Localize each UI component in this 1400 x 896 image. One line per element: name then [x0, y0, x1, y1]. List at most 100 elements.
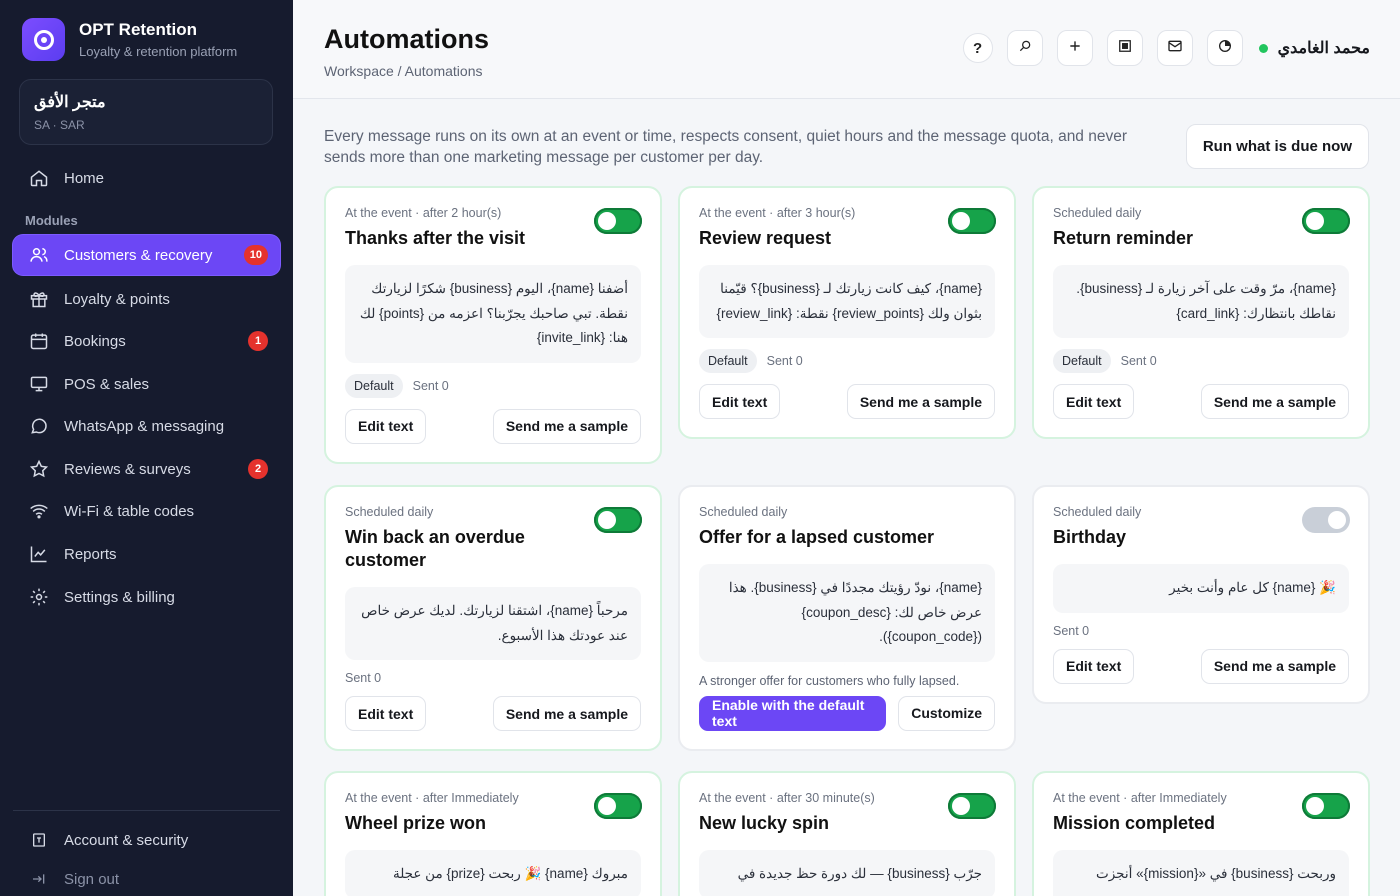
- send-sample-button[interactable]: Send me a sample: [1200, 648, 1349, 684]
- message-preview: {name}، نودّ رؤيتك مجددًا في {business}.…: [699, 564, 995, 662]
- top-actions: ? محمد الغامدي: [962, 30, 1370, 66]
- sidebar-item-settings[interactable]: Settings & billing: [13, 577, 280, 617]
- default-badge: Default: [1053, 349, 1111, 373]
- edit-text-button[interactable]: Edit text: [345, 696, 427, 731]
- sidebar-item-label: Home: [64, 169, 105, 187]
- sidebar-item-label: Wi-Fi & table codes: [64, 502, 195, 520]
- store-region: SA · SAR: [34, 118, 85, 132]
- sidebar-item-pos[interactable]: POS & sales: [13, 364, 280, 404]
- user-menu[interactable]: محمد الغامدي: [1258, 38, 1370, 58]
- enable-toggle[interactable]: [948, 793, 996, 819]
- intro-text: Every message runs on its own at an even…: [324, 128, 1128, 166]
- sidebar-item-label: Sign out: [64, 870, 120, 888]
- enable-toggle[interactable]: [594, 507, 642, 533]
- automation-card: At the event · after Immediately Mission…: [1032, 771, 1370, 896]
- enable-default-button[interactable]: Enable with the default text: [699, 695, 887, 731]
- brand-logo-icon: [22, 18, 65, 61]
- sent-count: Sent 0: [345, 671, 382, 685]
- default-badge: Default: [345, 373, 403, 398]
- card-title: Return reminder: [1053, 228, 1194, 248]
- message-preview: جرّب {business} — لك دورة حظ جديدة في: [699, 850, 995, 896]
- star-icon: [29, 459, 49, 479]
- send-sample-button[interactable]: Send me a sample: [1200, 384, 1349, 419]
- wifi-icon: [29, 501, 49, 521]
- message-preview: مرحباً {name}، اشتقنا لزيارتك. لديك عرض …: [345, 587, 641, 660]
- enable-toggle[interactable]: [948, 208, 996, 234]
- automation-card: Scheduled daily Win back an overdue cust…: [324, 485, 662, 751]
- message-preview: {name}، كيف كانت زيارتك لـ {business}؟ ق…: [699, 265, 995, 338]
- sidebar-item-customers[interactable]: Customers & recovery 10: [13, 235, 280, 275]
- card-title: Thanks after the visit: [345, 228, 526, 248]
- home-icon: [29, 168, 49, 188]
- users-icon: [29, 245, 49, 265]
- sidebar-divider: [13, 810, 280, 811]
- enable-toggle[interactable]: [1302, 208, 1350, 234]
- sidebar-item-account[interactable]: Account & security: [13, 820, 280, 860]
- automation-card-disabled: Scheduled daily Birthday 🎉 {name} كل عام…: [1032, 485, 1370, 704]
- qr-icon: [1118, 39, 1132, 57]
- sidebar-item-signout[interactable]: Sign out: [13, 859, 280, 896]
- edit-text-button[interactable]: Edit text: [1053, 648, 1135, 684]
- logout-icon: [29, 869, 49, 889]
- enable-toggle[interactable]: [1302, 793, 1350, 819]
- sidebar-item-bookings[interactable]: Bookings 1: [13, 321, 280, 361]
- sidebar-item-label: Customers & recovery: [64, 246, 213, 264]
- gear-icon: [29, 587, 49, 607]
- enable-toggle[interactable]: [594, 208, 642, 234]
- help-icon: ?: [973, 39, 983, 57]
- gift-icon: [29, 289, 49, 309]
- mail-icon: [1167, 38, 1183, 58]
- automation-card-disabled: Scheduled daily Offer for a lapsed custo…: [678, 485, 1016, 751]
- add-button[interactable]: [1056, 30, 1093, 66]
- edit-text-button[interactable]: Edit text: [699, 384, 781, 419]
- sidebar-item-label: Settings & billing: [64, 588, 175, 606]
- sidebar-item-label: POS & sales: [64, 375, 150, 393]
- message-preview: {name}، مرّ وقت على آخر زيارة لـ {busine…: [1053, 265, 1349, 338]
- customize-button[interactable]: Customize: [898, 695, 995, 731]
- chart-icon: [29, 544, 49, 564]
- send-sample-button[interactable]: Send me a sample: [846, 384, 995, 419]
- card-trigger: Scheduled daily: [699, 505, 788, 519]
- default-badge: Default: [699, 349, 757, 373]
- sidebar: OPT Retention Loyalty & retention platfo…: [0, 0, 293, 896]
- sidebar-item-label: Account & security: [64, 831, 189, 849]
- main-content: Automations Workspace / Automations ? مح…: [293, 0, 1400, 896]
- edit-text-button[interactable]: Edit text: [1053, 384, 1135, 419]
- sidebar-item-reports[interactable]: Reports: [13, 534, 280, 574]
- brand-subtitle: Loyalty & retention platform: [79, 44, 238, 59]
- message-preview: وربحت {business} في «{mission}» أنجزت مه…: [1053, 850, 1349, 896]
- calendar-icon: [29, 331, 49, 351]
- scan-button[interactable]: [1106, 30, 1143, 66]
- store-switcher[interactable]: متجر الأفق SA · SAR: [19, 79, 273, 145]
- message-preview: 🎉 {name} كل عام وأنت بخير: [1053, 564, 1349, 613]
- reviews-count-badge: 2: [248, 459, 268, 479]
- sidebar-item-reviews[interactable]: Reviews & surveys 2: [13, 449, 280, 489]
- run-due-button[interactable]: Run what is due now: [1185, 124, 1369, 169]
- enable-toggle[interactable]: [594, 793, 642, 819]
- messages-button[interactable]: [1156, 30, 1193, 66]
- automation-card: Scheduled daily Return reminder {name}، …: [1032, 186, 1370, 439]
- contrast-icon: [1217, 38, 1233, 58]
- sidebar-item-wifi[interactable]: Wi-Fi & table codes: [13, 491, 280, 531]
- shield-icon: [29, 830, 49, 850]
- send-sample-button[interactable]: Send me a sample: [492, 696, 641, 731]
- automation-card: At the event · after 2 hour(s) Thanks af…: [324, 186, 662, 464]
- send-sample-button[interactable]: Send me a sample: [492, 408, 641, 444]
- sidebar-item-label: Reviews & surveys: [64, 460, 191, 478]
- message-preview: مبروك {name} 🎉 ربحت {prize} من عجلة: [345, 850, 641, 896]
- sidebar-item-whatsapp[interactable]: WhatsApp & messaging: [13, 406, 280, 446]
- user-name: محمد الغامدي: [1277, 40, 1370, 57]
- enable-toggle[interactable]: [1302, 507, 1350, 533]
- help-button[interactable]: ?: [962, 33, 993, 63]
- sidebar-item-home[interactable]: Home: [13, 158, 280, 198]
- monitor-icon: [29, 374, 49, 394]
- card-title: Birthday: [1053, 527, 1127, 547]
- theme-button[interactable]: [1206, 30, 1243, 66]
- sidebar-item-label: Reports: [64, 545, 117, 563]
- sidebar-item-loyalty[interactable]: Loyalty & points: [13, 279, 280, 319]
- online-status-icon: [1258, 43, 1268, 53]
- plus-icon: [1068, 39, 1082, 57]
- customers-count-badge: 10: [243, 245, 268, 265]
- edit-text-button[interactable]: Edit text: [345, 408, 427, 444]
- search-button[interactable]: [1006, 30, 1043, 66]
